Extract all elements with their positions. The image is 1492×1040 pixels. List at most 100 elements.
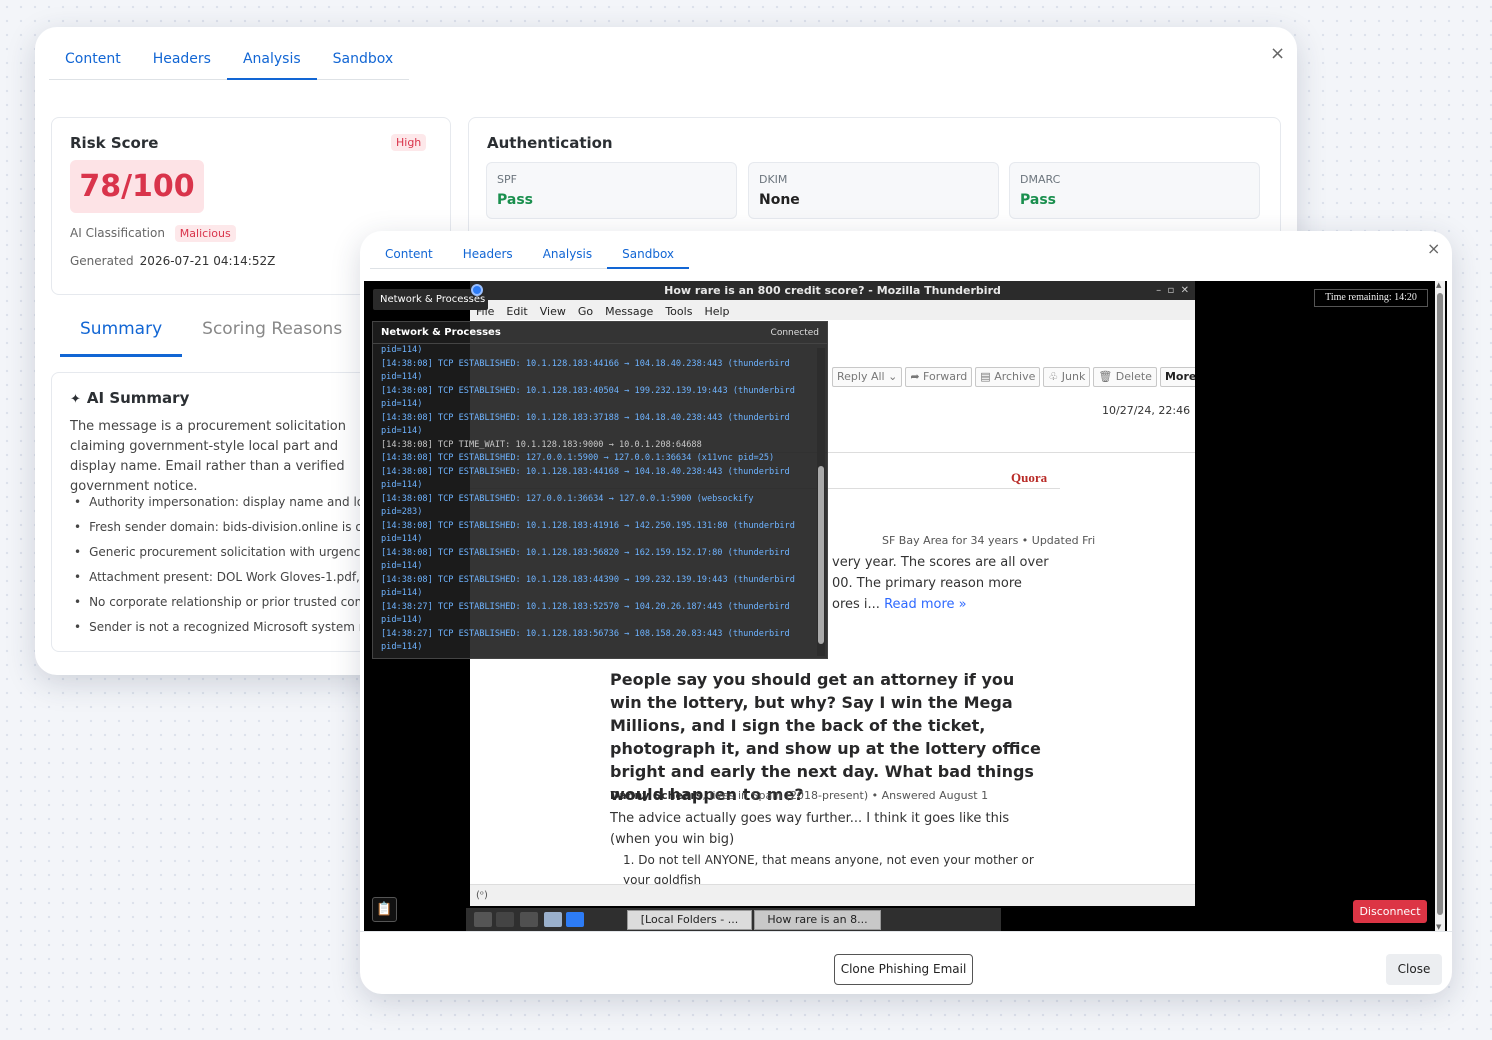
forward-label: Forward xyxy=(923,370,968,383)
scrollbar-thumb[interactable] xyxy=(818,466,824,644)
thunderbird-icon[interactable] xyxy=(566,912,584,927)
tab-analysis[interactable]: Analysis xyxy=(226,51,317,80)
menu-view[interactable]: View xyxy=(534,300,572,320)
close-icon[interactable]: × xyxy=(1270,45,1285,63)
time-remaining: Time remaining: 14:20 xyxy=(1314,289,1428,307)
network-panel-header: Network & Processes Connected xyxy=(373,322,827,344)
summary-tabs: Summary Scoring Reasons xyxy=(60,305,362,357)
files-icon[interactable] xyxy=(520,912,538,927)
taskbar-item-message[interactable]: How rare is an 8... xyxy=(754,910,881,930)
connection-status: Connected xyxy=(770,328,819,338)
close-button[interactable]: Close xyxy=(1386,954,1442,985)
ai-summary-label: AI Summary xyxy=(86,389,190,407)
read-more-link[interactable]: Read more » xyxy=(884,597,967,612)
message-toolbar: Reply All ⌄ ➦ Forward ▤ Archive ♧ Junk 🗑… xyxy=(832,367,1195,387)
modal-footer: Clone Phishing Email Close xyxy=(360,931,1452,994)
archive-button[interactable]: ▤ Archive xyxy=(975,367,1041,387)
menu-edit[interactable]: Edit xyxy=(500,300,533,320)
forward-button[interactable]: ➦ Forward xyxy=(905,367,973,387)
tab-analysis[interactable]: Analysis xyxy=(528,245,607,269)
tab-content[interactable]: Content xyxy=(370,245,448,269)
delete-label: Delete xyxy=(1115,370,1152,383)
generated-label: Generated xyxy=(70,254,134,268)
log-line: [14:38:27] TCP ESTABLISHED: 10.1.128.183… xyxy=(381,601,790,612)
tab-sandbox[interactable]: Sandbox xyxy=(317,51,410,80)
risk-score-value: 78/100 xyxy=(70,160,204,213)
log-line: [14:38:08] TCP ESTABLISHED: 10.1.128.183… xyxy=(381,385,795,396)
window-controls[interactable]: – ▫ ✕ xyxy=(1156,281,1189,300)
network-panel-title: Network & Processes xyxy=(381,327,501,338)
answer-body-line: ores i... Read more » xyxy=(832,594,967,615)
activity-icon: (ᵒ) xyxy=(476,890,488,901)
taskbar-item-local-folders[interactable]: [Local Folders - ... xyxy=(627,910,752,930)
log-line: [14:38:08] TCP ESTABLISHED: 127.0.0.1:59… xyxy=(381,453,775,463)
delete-button[interactable]: 🗑 Delete xyxy=(1093,367,1157,387)
generated-timestamp: 2026-07-21 04:14:52Z xyxy=(139,254,276,268)
answer-body-text: ores i... xyxy=(832,597,880,612)
tab-content[interactable]: Content xyxy=(49,51,137,80)
menu-go[interactable]: Go xyxy=(572,300,599,320)
network-log-scrollbar[interactable] xyxy=(817,348,825,656)
log-line: [14:38:08] TCP ESTABLISHED: 10.1.128.183… xyxy=(381,466,790,477)
connection-dot-icon xyxy=(471,284,483,296)
menu-help[interactable]: Help xyxy=(698,300,735,320)
archive-label: Archive xyxy=(994,370,1036,383)
log-line: [14:38:08] TCP ESTABLISHED: 127.0.0.1:36… xyxy=(381,493,754,504)
log-line: pid=114) xyxy=(381,399,423,409)
log-line: [14:38:08] TCP ESTABLISHED: 10.1.128.183… xyxy=(381,358,790,369)
back-tabs: Content Headers Analysis Sandbox xyxy=(49,51,410,80)
close-icon[interactable]: × xyxy=(1427,241,1440,257)
message-date: 10/27/24, 22:46 xyxy=(1102,404,1191,417)
author-name[interactable]: Danny Scheers xyxy=(610,789,702,802)
clone-phishing-email-button[interactable]: Clone Phishing Email xyxy=(834,954,973,985)
terminal-icon[interactable] xyxy=(496,912,514,927)
status-bar: (ᵒ) xyxy=(470,884,1195,906)
sandbox-vnc-viewer[interactable]: How rare is an 800 credit score? - Mozil… xyxy=(364,281,1447,931)
ai-classification-row: AI Classification Malicious xyxy=(70,225,236,242)
log-line: pid=114) xyxy=(381,372,423,382)
list-item: Generic procurement solicitation with ur… xyxy=(74,540,378,565)
menu-message[interactable]: Message xyxy=(599,300,659,320)
log-line: [14:38:08] TCP ESTABLISHED: 10.1.128.183… xyxy=(381,547,790,558)
scroll-up-icon[interactable]: ▲ xyxy=(1436,281,1441,289)
sandbox-scrollbar[interactable]: ▲ ▼ xyxy=(1435,281,1445,931)
scroll-down-icon[interactable]: ▼ xyxy=(1436,923,1441,931)
log-line: pid=114) xyxy=(381,345,423,355)
log-line: pid=114) xyxy=(381,534,423,544)
answer-author-meta: SF Bay Area for 34 years • Updated Fri xyxy=(882,534,1096,547)
tab-headers[interactable]: Headers xyxy=(137,51,227,80)
authentication-title: Authentication xyxy=(487,134,613,152)
start-menu-icon[interactable] xyxy=(474,912,492,927)
spf-label: SPF xyxy=(497,173,517,186)
answer-author: Danny Scheers, lives in Spain (2018-pres… xyxy=(610,789,988,802)
sandbox-modal: Content Headers Analysis Sandbox × How r… xyxy=(360,231,1452,994)
front-tabs: Content Headers Analysis Sandbox xyxy=(370,245,690,269)
desktop-icon[interactable] xyxy=(544,912,562,927)
list-item: Sender is not a recognized Microsoft sys… xyxy=(74,615,378,640)
risk-score-title: Risk Score xyxy=(70,134,159,152)
dmarc-value: Pass xyxy=(1020,192,1056,208)
archive-icon: ▤ xyxy=(980,370,991,383)
log-line: pid=114) xyxy=(381,588,423,598)
clipboard-icon[interactable]: 📋 xyxy=(372,897,397,922)
scrollbar-thumb[interactable] xyxy=(1437,293,1443,915)
log-line: pid=114) xyxy=(381,615,423,625)
network-log: pid=114) [14:38:08] TCP ESTABLISHED: 10.1… xyxy=(381,344,813,656)
ai-classification-label: AI Classification xyxy=(70,226,165,240)
junk-button[interactable]: ♧ Junk xyxy=(1043,367,1091,387)
reply-all-button[interactable]: Reply All ⌄ xyxy=(832,367,903,387)
ai-summary-title: ✦ AI Summary xyxy=(70,389,189,407)
list-item: Attachment present: DOL Work Gloves-1.pd… xyxy=(74,565,378,590)
tab-sandbox[interactable]: Sandbox xyxy=(607,245,690,269)
tab-summary[interactable]: Summary xyxy=(60,305,183,357)
more-button[interactable]: More ⌄ xyxy=(1159,367,1195,387)
log-line: [14:38:08] TCP ESTABLISHED: 10.1.128.183… xyxy=(381,520,795,531)
chevron-down-icon: ⌄ xyxy=(888,370,898,383)
question-title[interactable]: People say you should get an attorney if… xyxy=(610,668,1050,806)
log-line: [14:38:27] TCP ESTABLISHED: 10.1.128.183… xyxy=(381,628,790,639)
tab-headers[interactable]: Headers xyxy=(448,245,528,269)
tab-scoring-reasons[interactable]: Scoring Reasons xyxy=(182,305,362,357)
menu-tools[interactable]: Tools xyxy=(659,300,698,320)
dkim-box: DKIM None xyxy=(748,162,999,219)
disconnect-button[interactable]: Disconnect xyxy=(1353,900,1427,923)
